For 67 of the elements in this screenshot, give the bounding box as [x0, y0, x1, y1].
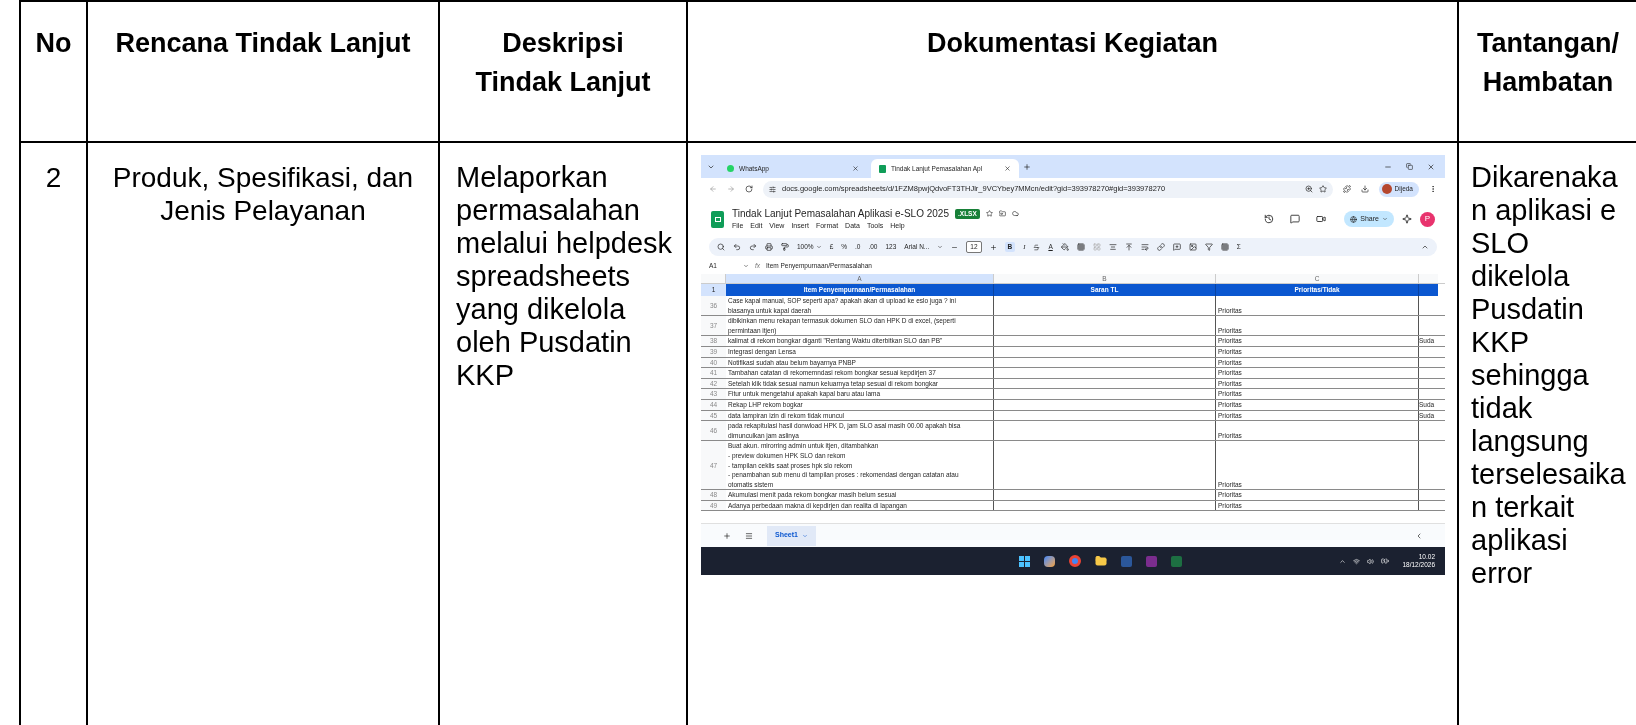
document-title[interactable]: Tindak Lanjut Pemasalahan Aplikasi e-SLO 2025	[732, 206, 949, 222]
folder-icon[interactable]	[1094, 555, 1107, 567]
caret-icon	[1382, 216, 1388, 222]
filter-icon[interactable]	[1204, 243, 1213, 251]
reload-icon[interactable]	[745, 185, 753, 193]
caret-icon	[815, 244, 822, 250]
zoom-icon[interactable]	[1304, 185, 1313, 193]
windows-start-icon[interactable]	[1018, 555, 1030, 567]
table-cell-text: 2	[45, 161, 62, 195]
spreadsheet-app-icon[interactable]	[1170, 555, 1182, 567]
assistant-app-icon[interactable]	[1043, 555, 1055, 567]
comment-icon[interactable]	[1290, 214, 1301, 224]
table-cell-text: Produk, Spesifikasi, dan Jenis Pelayanan	[111, 161, 415, 228]
vertical-align-icon[interactable]	[1124, 243, 1133, 251]
tray-caret-icon[interactable]	[1339, 557, 1347, 565]
header-cell	[1419, 284, 1438, 296]
battery-icon[interactable]	[1381, 557, 1390, 565]
wifi-icon[interactable]	[1353, 557, 1361, 565]
fill-color-icon[interactable]	[1060, 243, 1069, 251]
column-header: Tantangan/ Hambatan	[1476, 27, 1620, 99]
sheets-tab-icon	[879, 164, 886, 173]
add-comment-icon[interactable]	[1172, 243, 1181, 251]
star-icon[interactable]	[985, 210, 993, 218]
new-tab-icon[interactable]	[1023, 162, 1031, 171]
sparkle-icon[interactable]	[1402, 214, 1412, 224]
link-icon[interactable]	[1156, 243, 1165, 251]
table-cell-text: Dikarenakan aplikasi e SLO dikelola Pusdatin KKP sehingga tidak langsung terselesaikan terkait aplikasi error	[1471, 161, 1627, 590]
align-icon[interactable]	[1108, 243, 1117, 251]
paint-format-icon[interactable]	[781, 243, 789, 251]
account-avatar[interactable]: P	[1420, 211, 1435, 227]
move-folder-icon[interactable]	[998, 210, 1006, 218]
collapse-icon[interactable]	[1415, 531, 1423, 540]
undo-icon[interactable]	[733, 243, 741, 251]
strikethrough-icon[interactable]	[1033, 243, 1041, 251]
close-icon[interactable]	[1004, 165, 1011, 172]
browser-app-icon[interactable]	[1068, 555, 1081, 567]
site-settings-icon[interactable]	[769, 185, 776, 193]
collapse-icon[interactable]	[1421, 243, 1429, 251]
chat-app-icon	[727, 165, 734, 172]
sheet-list-icon[interactable]	[745, 531, 753, 540]
close-icon[interactable]	[1427, 162, 1435, 171]
redo-icon[interactable]	[749, 243, 757, 251]
wrap-icon[interactable]	[1140, 243, 1149, 251]
restore-icon[interactable]	[1406, 163, 1413, 170]
close-icon[interactable]	[852, 165, 859, 172]
cloud-icon[interactable]	[1011, 210, 1019, 218]
caret-icon	[801, 532, 808, 539]
table-cell-text: Melaporkan permasalahan melalui helpdesk spreadsheets yang dikelola oleh Pusdatin KKP	[456, 161, 673, 392]
column-header: Rencana Tindak Lanjut	[115, 27, 411, 60]
image-icon[interactable]	[1188, 243, 1197, 251]
volume-icon[interactable]	[1367, 557, 1375, 565]
more-icon[interactable]	[1429, 185, 1437, 193]
column-header: Deskripsi Tindak Lanjut	[474, 27, 652, 99]
bookmark-star-icon[interactable]	[1318, 185, 1327, 193]
column-header: Dokumentasi Kegiatan	[926, 27, 1219, 60]
add-sheet-icon[interactable]	[723, 531, 731, 540]
print-icon[interactable]	[765, 243, 773, 251]
sheets-logo-icon	[711, 210, 724, 228]
history-icon[interactable]	[1264, 214, 1275, 224]
extensions-icon[interactable]	[1342, 185, 1351, 193]
document-app-icon[interactable]	[1120, 555, 1132, 567]
globe-icon	[1350, 215, 1358, 223]
video-call-icon[interactable]	[1316, 214, 1327, 224]
download-icon[interactable]	[1360, 185, 1369, 193]
column-header: No	[35, 27, 72, 60]
search-icon[interactable]	[717, 243, 725, 251]
increase-size-icon[interactable]	[989, 243, 997, 251]
